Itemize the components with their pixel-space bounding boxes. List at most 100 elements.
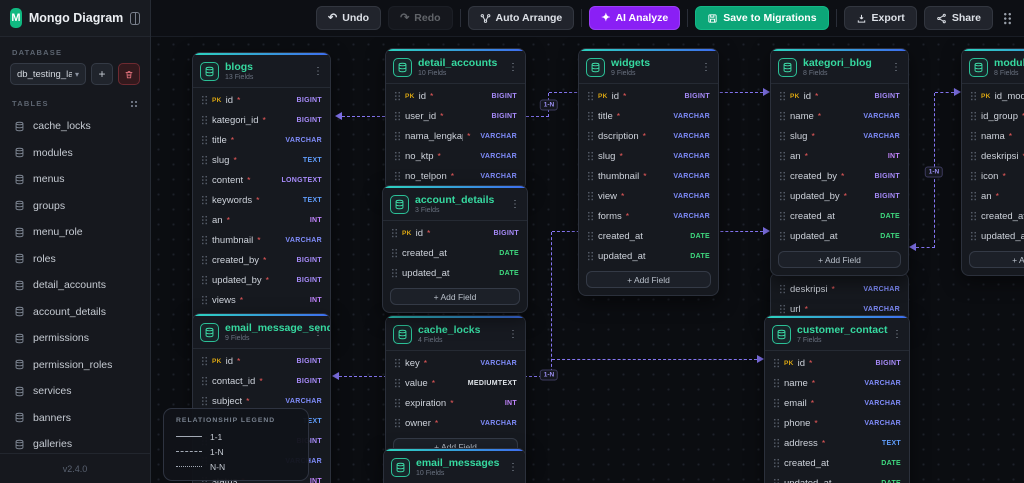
- drag-handle-icon[interactable]: [587, 251, 594, 261]
- table-header[interactable]: email_messages 10 Fields ⋮: [384, 451, 525, 483]
- field-row-views[interactable]: views * INT: [193, 290, 330, 310]
- drag-handle-icon[interactable]: [201, 175, 208, 185]
- field-row-id[interactable]: PK id * BIGINT: [386, 86, 525, 106]
- drag-handle-icon[interactable]: [394, 131, 401, 141]
- drag-handle-icon[interactable]: [201, 396, 208, 406]
- grid-view-icon[interactable]: [130, 99, 138, 108]
- field-row-kategori_id[interactable]: kategori_id * BIGINT: [193, 110, 330, 130]
- sidebar-item-permission_roles[interactable]: permission_roles: [6, 357, 144, 373]
- field-row-nama[interactable]: nama *: [962, 126, 1024, 146]
- sidebar-item-menu_role[interactable]: menu_role: [6, 224, 144, 240]
- table-menu-icon[interactable]: ⋮: [510, 199, 520, 210]
- auto-arrange-button[interactable]: Auto Arrange: [467, 6, 575, 30]
- field-row-updated_at[interactable]: updated_at: [962, 226, 1024, 246]
- field-row-slug[interactable]: slug * VARCHAR: [579, 146, 718, 166]
- drag-handle-icon[interactable]: [773, 438, 780, 448]
- delete-database-button[interactable]: [118, 63, 140, 85]
- field-row-thumbnail[interactable]: thumbnail * VARCHAR: [579, 166, 718, 186]
- field-row-id[interactable]: PK id * BIGINT: [771, 86, 908, 106]
- drag-handle-icon[interactable]: [587, 131, 594, 141]
- table-menu-icon[interactable]: ⋮: [508, 462, 518, 473]
- sidebar-toggle-icon[interactable]: [130, 11, 140, 25]
- drag-handle-icon[interactable]: [201, 356, 208, 366]
- drag-handle-icon[interactable]: [779, 304, 786, 314]
- drag-handle-icon[interactable]: [970, 231, 977, 241]
- table-header[interactable]: customer_contact 7 Fields ⋮: [765, 318, 909, 351]
- field-row-no_telpon[interactable]: no_telpon * VARCHAR: [386, 166, 525, 186]
- table-menu-icon[interactable]: ⋮: [701, 62, 711, 73]
- field-row-no_ktp[interactable]: no_ktp * VARCHAR: [386, 146, 525, 166]
- field-row-dscription[interactable]: dscription * VARCHAR: [579, 126, 718, 146]
- drag-handle-icon[interactable]: [394, 151, 401, 161]
- field-row-user_id[interactable]: user_id * BIGINT: [386, 106, 525, 126]
- sidebar-item-galleries[interactable]: galleries: [6, 436, 144, 452]
- field-row-id[interactable]: PK id * BIGINT: [579, 86, 718, 106]
- field-row-nama_lengkap[interactable]: nama_lengkap * VARCHAR: [386, 126, 525, 146]
- field-row-expiration[interactable]: expiration * INT: [386, 393, 525, 413]
- field-row-updated_at[interactable]: updated_at DATE: [765, 473, 909, 483]
- drag-handle-icon[interactable]: [779, 111, 786, 121]
- drag-handle-icon[interactable]: [779, 91, 786, 101]
- drag-handle-icon[interactable]: [391, 228, 398, 238]
- drag-handle-icon[interactable]: [394, 418, 401, 428]
- diagram-table-email_messages[interactable]: email_messages 10 Fields ⋮: [383, 448, 526, 483]
- table-menu-icon[interactable]: ⋮: [313, 66, 323, 77]
- diagram-table-modules[interactable]: modules8 Fields⋮PKid_moduleid_group*nama…: [961, 48, 1024, 276]
- field-row-created_by[interactable]: created_by * BIGINT: [771, 166, 908, 186]
- drag-handle-icon[interactable]: [773, 398, 780, 408]
- sidebar-item-detail_accounts[interactable]: detail_accounts: [6, 277, 144, 293]
- ai-analyze-button[interactable]: ✦ AI Analyze: [589, 6, 681, 30]
- field-row-an[interactable]: an * INT: [771, 146, 908, 166]
- sidebar-item-banners[interactable]: banners: [6, 410, 144, 426]
- field-row-contact_id[interactable]: contact_id * BIGINT: [193, 371, 330, 391]
- diagram-table-customer_contact[interactable]: customer_contact 7 Fields ⋮ PK id * BIGINT name…: [764, 315, 910, 483]
- drag-handle-icon[interactable]: [201, 295, 208, 305]
- field-row-deskripsi[interactable]: deskripsi * VARCHAR: [771, 279, 908, 299]
- diagram-table-widgets[interactable]: widgets 9 Fields ⋮ PK id * BIGINT title * VARCHAR…: [578, 48, 719, 296]
- field-row-view[interactable]: view * VARCHAR: [579, 186, 718, 206]
- database-select[interactable]: db_testing_lara ▾: [10, 63, 86, 85]
- field-row-title[interactable]: title * VARCHAR: [579, 106, 718, 126]
- drag-handle-icon[interactable]: [779, 231, 786, 241]
- add-field-button[interactable]: + Add Field: [586, 271, 711, 288]
- diagram-table-detail_accounts[interactable]: detail_accounts 10 Fields ⋮ PK id * BIGINT user…: [385, 48, 526, 191]
- apps-grid-icon[interactable]: [1003, 11, 1012, 25]
- diagram-table-cache_locks[interactable]: cache_locks 4 Fields ⋮ key * VARCHAR value * MED…: [385, 315, 526, 463]
- sidebar-item-cache_locks[interactable]: cache_locks: [6, 118, 144, 134]
- field-row-name[interactable]: name * VARCHAR: [771, 106, 908, 126]
- drag-handle-icon[interactable]: [394, 91, 401, 101]
- drag-handle-icon[interactable]: [394, 111, 401, 121]
- table-menu-icon[interactable]: ⋮: [313, 327, 323, 338]
- diagram-table-blogs[interactable]: blogs 13 Fields ⋮ PK id * BIGINT kategori_id * BI…: [192, 52, 331, 335]
- drag-handle-icon[interactable]: [201, 255, 208, 265]
- field-row-id[interactable]: PK id * BIGINT: [193, 90, 330, 110]
- field-row-phone[interactable]: phone * VARCHAR: [765, 413, 909, 433]
- sidebar-item-menus[interactable]: menus: [6, 171, 144, 187]
- drag-handle-icon[interactable]: [779, 284, 786, 294]
- field-row-forms[interactable]: forms * VARCHAR: [579, 206, 718, 226]
- drag-handle-icon[interactable]: [587, 111, 594, 121]
- drag-handle-icon[interactable]: [201, 135, 208, 145]
- field-row-id[interactable]: PK id * BIGINT: [383, 223, 527, 243]
- field-row-slug[interactable]: slug * TEXT: [193, 150, 330, 170]
- drag-handle-icon[interactable]: [391, 248, 398, 258]
- save-to-migrations-button[interactable]: Save to Migrations: [695, 6, 829, 30]
- drag-handle-icon[interactable]: [587, 171, 594, 181]
- drag-handle-icon[interactable]: [201, 275, 208, 285]
- drag-handle-icon[interactable]: [391, 268, 398, 278]
- field-row-slug[interactable]: slug * VARCHAR: [771, 126, 908, 146]
- add-field-button[interactable]: + Add Field: [390, 288, 520, 305]
- field-row-updated_at[interactable]: updated_at DATE: [771, 226, 908, 246]
- undo-button[interactable]: ↶ Undo: [316, 6, 382, 30]
- field-row-id[interactable]: PK id * BIGINT: [193, 351, 330, 371]
- add-database-button[interactable]: +: [91, 63, 113, 85]
- field-row-name[interactable]: name * VARCHAR: [765, 373, 909, 393]
- field-row-an[interactable]: an * INT: [193, 210, 330, 230]
- add-field-button[interactable]: + Add Field: [778, 251, 901, 268]
- drag-handle-icon[interactable]: [394, 171, 401, 181]
- table-header[interactable]: account_details 3 Fields ⋮: [383, 188, 527, 221]
- drag-handle-icon[interactable]: [779, 131, 786, 141]
- drag-handle-icon[interactable]: [970, 171, 977, 181]
- field-row-updated_at[interactable]: updated_at DATE: [383, 263, 527, 283]
- drag-handle-icon[interactable]: [587, 91, 594, 101]
